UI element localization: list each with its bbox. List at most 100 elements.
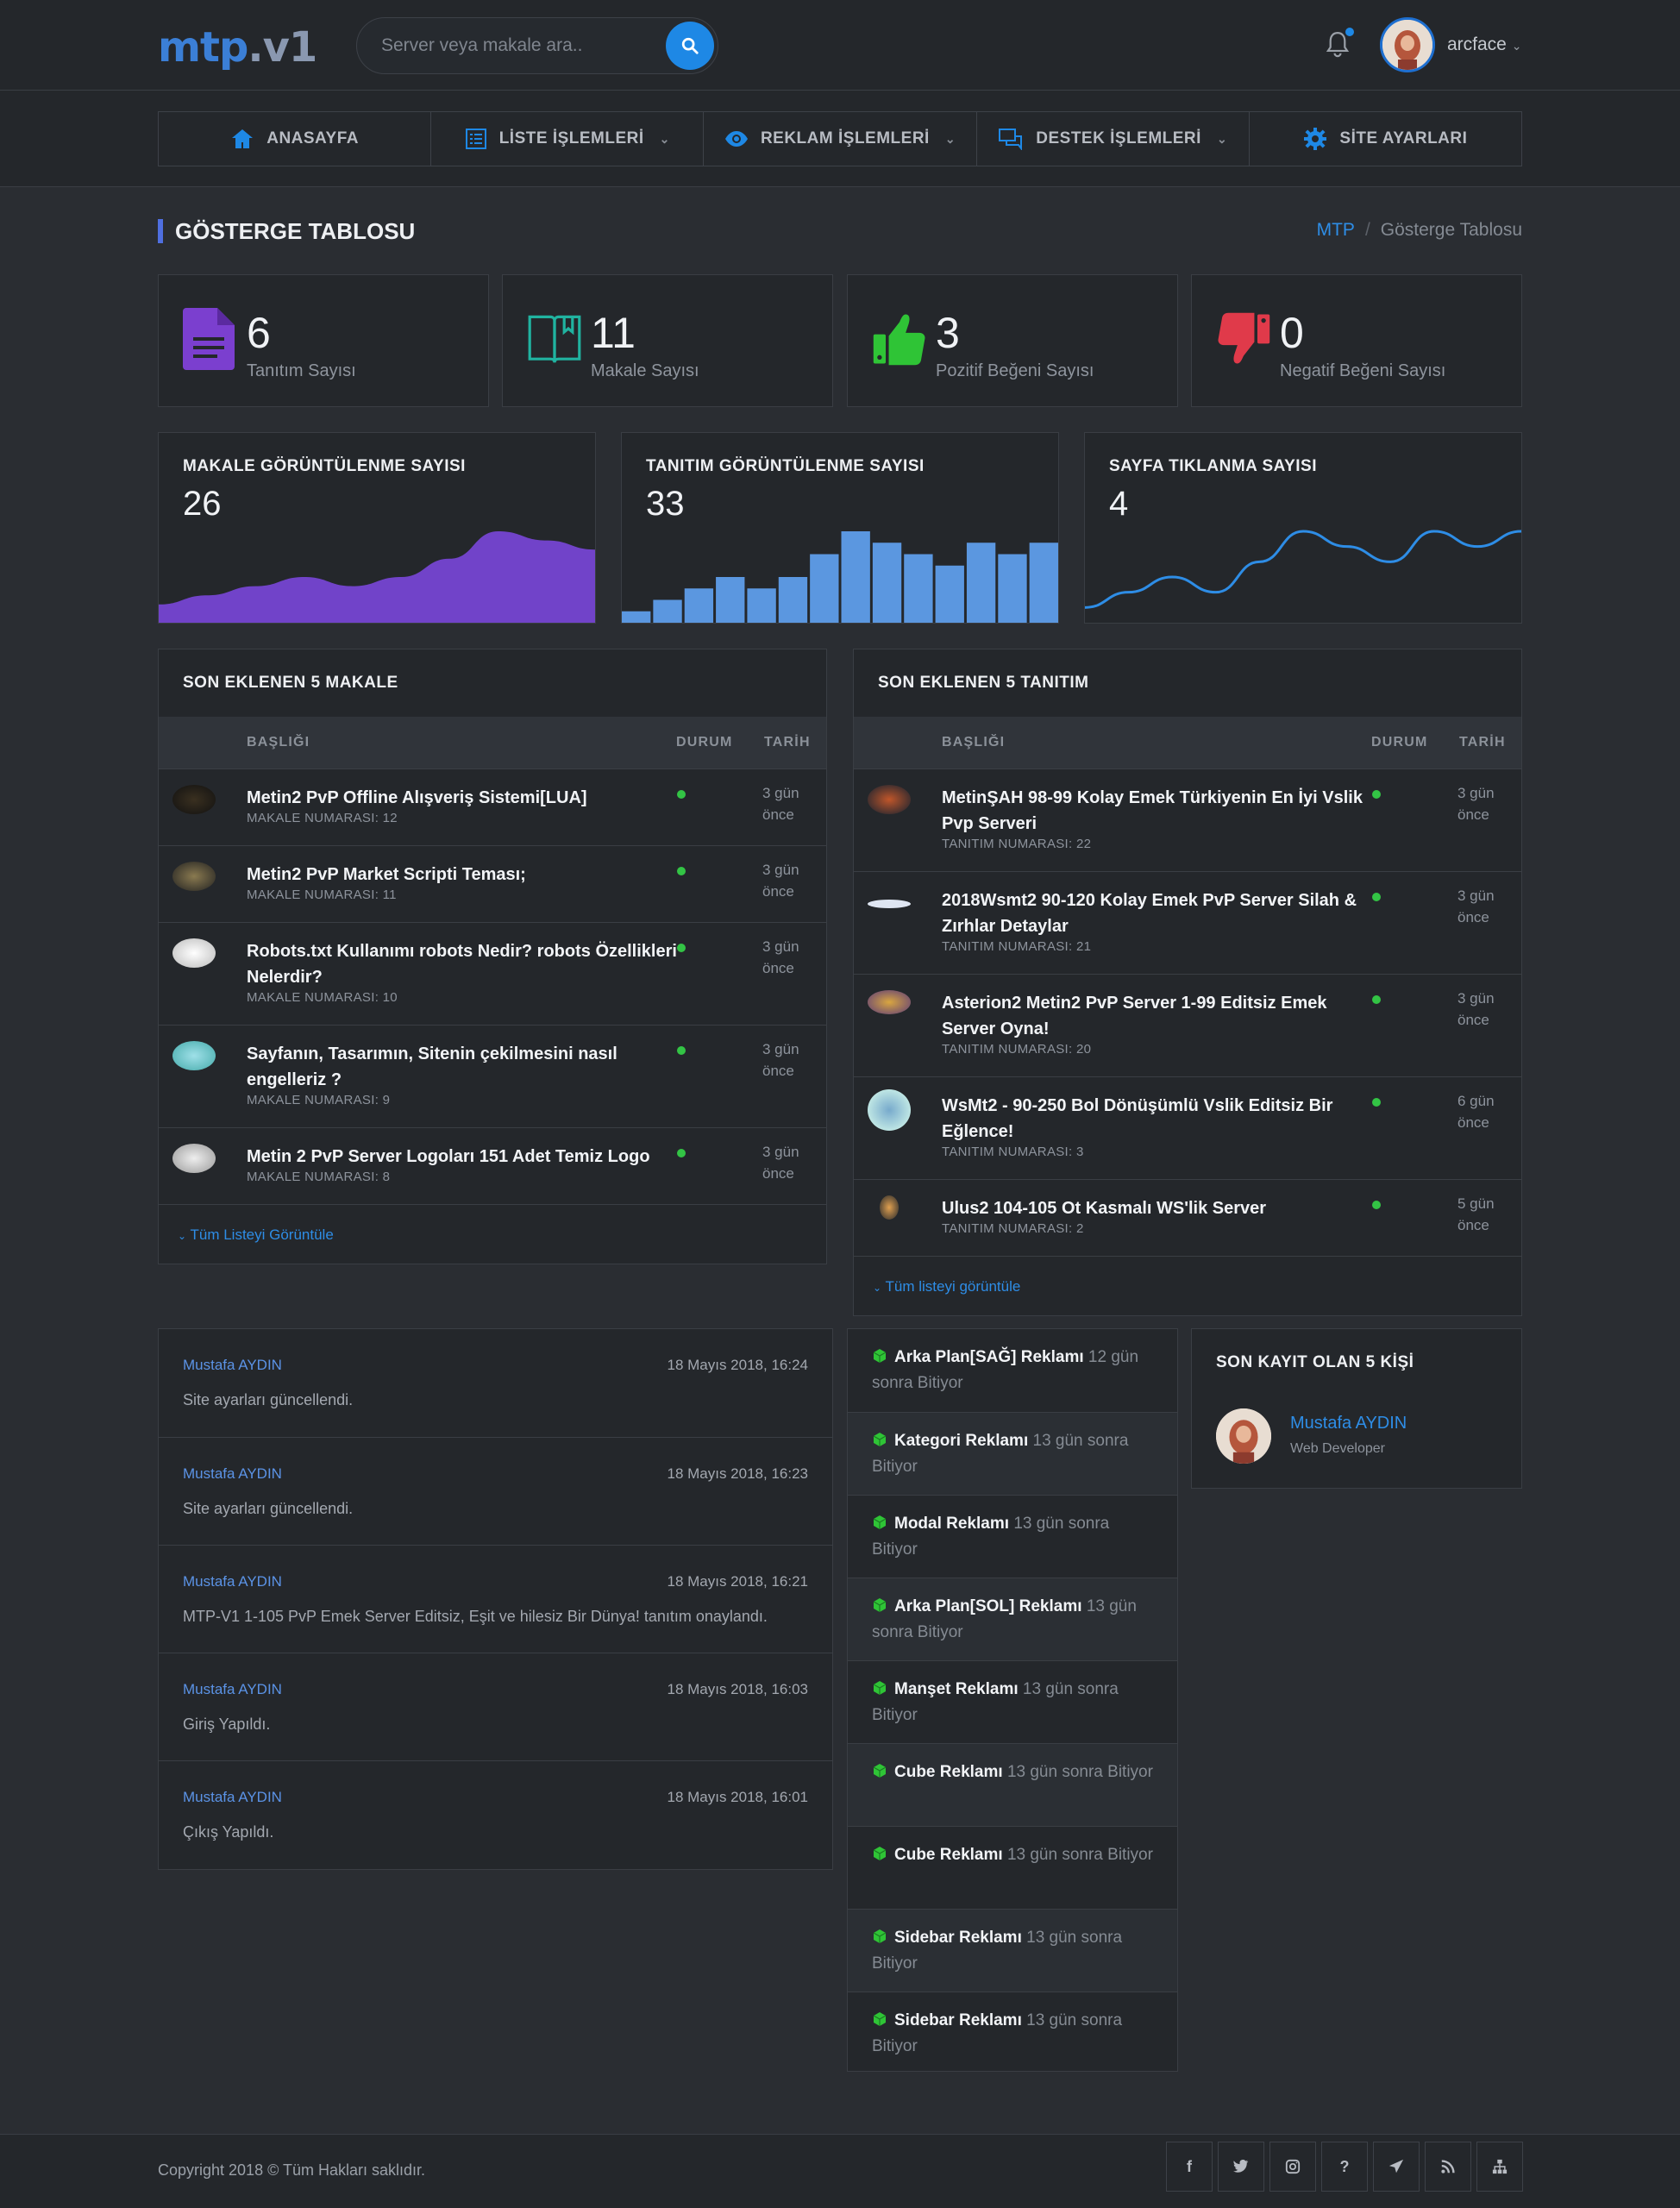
table-row[interactable]: MetinŞAH 98-99 Kolay Emek Türkiyenin En … xyxy=(854,768,1521,871)
cube-icon xyxy=(873,1349,887,1363)
ad-item[interactable]: Cube Reklamı 13 gün sonra Bitiyor xyxy=(848,1743,1177,1826)
chevron-down-icon: ⌄ xyxy=(944,131,956,146)
table-row[interactable]: Sayfanın, Tasarımın, Sitenin çekilmesini… xyxy=(159,1025,826,1127)
table-row[interactable]: WsMt2 - 90-250 Bol Dönüşümlü Vslik Edits… xyxy=(854,1076,1521,1179)
status-dot xyxy=(1372,995,1381,1004)
cube-icon xyxy=(873,1929,887,1943)
table-header: BAŞLIĞI DURUM TARİH xyxy=(159,717,826,768)
twitter-icon xyxy=(1233,2160,1249,2173)
chart-bar xyxy=(810,554,839,623)
activity-user-link[interactable]: Mustafa AYDIN xyxy=(183,1573,282,1590)
help-button[interactable]: ? xyxy=(1321,2142,1368,2192)
chart-bar xyxy=(935,565,964,623)
nav-support-operations[interactable]: DESTEK İŞLEMLERİ ⌄ xyxy=(977,112,1250,166)
sitemap-button[interactable] xyxy=(1476,2142,1523,2192)
chart-card-promotion-views: TANITIM GÖRÜNTÜLENME SAYISI 33 xyxy=(621,432,1059,624)
user-avatar[interactable] xyxy=(1380,17,1435,72)
instagram-button[interactable] xyxy=(1269,2142,1316,2192)
article-views-area-chart xyxy=(159,531,595,623)
promotion-thumbnail xyxy=(868,990,911,1014)
logo[interactable]: mtp.v1 xyxy=(158,23,317,72)
help-icon: ? xyxy=(1339,2157,1350,2175)
twitter-button[interactable] xyxy=(1218,2142,1264,2192)
promotion-views-bar-chart xyxy=(622,531,1058,623)
eye-icon xyxy=(724,131,748,147)
recent-members-panel: SON KAYIT OLAN 5 KİŞİ Mustafa AYDIN Web … xyxy=(1191,1328,1522,1489)
ad-item[interactable]: Manşet Reklamı 13 gün sonra Bitiyor xyxy=(848,1660,1177,1743)
facebook-icon: f xyxy=(1187,2157,1192,2175)
user-menu[interactable]: arcface ⌄ xyxy=(1447,34,1521,55)
nav-list-operations[interactable]: LİSTE İŞLEMLERİ ⌄ xyxy=(431,112,705,166)
promotion-thumbnail xyxy=(868,1089,911,1131)
rocket-button[interactable] xyxy=(1373,2142,1420,2192)
activity-item: Mustafa AYDIN 18 Mayıs 2018, 16:23 Site … xyxy=(159,1437,832,1545)
chart-bar xyxy=(716,577,745,623)
nav-site-settings[interactable]: SİTE AYARLARI xyxy=(1250,112,1521,166)
book-icon xyxy=(528,315,581,363)
activity-log-panel: Mustafa AYDIN 18 Mayıs 2018, 16:24 Site … xyxy=(158,1328,833,1870)
status-dot xyxy=(677,1046,686,1055)
status-dot xyxy=(677,1149,686,1157)
search-input[interactable] xyxy=(381,18,640,73)
status-dot xyxy=(1372,790,1381,799)
cube-icon xyxy=(873,2012,887,2026)
ad-item[interactable]: Sidebar Reklamı 13 gün sonra Bitiyor xyxy=(848,1992,1177,2071)
ad-item[interactable]: Modal Reklamı 13 gün sonra Bitiyor xyxy=(848,1495,1177,1578)
instagram-icon xyxy=(1285,2159,1301,2174)
ad-item[interactable]: Arka Plan[SOL] Reklamı 13 gün sonra Biti… xyxy=(848,1578,1177,1660)
stat-card-promotions: 6 Tanıtım Sayısı xyxy=(158,274,489,407)
cube-icon xyxy=(873,1681,887,1695)
ad-item[interactable]: Arka Plan[SAĞ] Reklamı 12 gün sonra Biti… xyxy=(848,1329,1177,1412)
ad-item[interactable]: Kategori Reklamı 13 gün sonra Bitiyor xyxy=(848,1412,1177,1495)
cube-icon xyxy=(873,1433,887,1446)
table-header: BAŞLIĞI DURUM TARİH xyxy=(854,717,1521,768)
ads-panel: Arka Plan[SAĞ] Reklamı 12 gün sonra Biti… xyxy=(847,1328,1178,2072)
view-all-articles-link[interactable]: ⌄ Tüm Listeyi Görüntüle xyxy=(159,1204,826,1264)
chart-bar xyxy=(778,577,808,623)
notification-dot xyxy=(1345,28,1354,36)
chevron-down-icon: ⌄ xyxy=(1511,39,1522,53)
table-row[interactable]: Ulus2 104-105 Ot Kasmalı WS'lik Server T… xyxy=(854,1179,1521,1256)
cube-icon xyxy=(873,1515,887,1529)
activity-user-link[interactable]: Mustafa AYDIN xyxy=(183,1681,282,1698)
chart-bar xyxy=(747,588,776,623)
chart-bar xyxy=(966,543,996,623)
gear-icon xyxy=(1304,128,1327,150)
promotion-thumbnail xyxy=(868,900,911,908)
chevron-down-icon: ⌄ xyxy=(1216,131,1228,146)
cube-icon xyxy=(873,1764,887,1778)
thumbs-down-icon xyxy=(1218,312,1270,364)
breadcrumb: MTP / Gösterge Tablosu xyxy=(1316,220,1522,240)
nav-home[interactable]: ANASAYFA xyxy=(159,112,432,166)
search-box xyxy=(356,17,718,74)
activity-user-link[interactable]: Mustafa AYDIN xyxy=(183,1357,282,1374)
breadcrumb-root-link[interactable]: MTP xyxy=(1317,220,1355,240)
facebook-button[interactable]: f xyxy=(1166,2142,1213,2192)
view-all-promotions-link[interactable]: ⌄ Tüm listeyi görüntüle xyxy=(854,1256,1521,1316)
article-thumbnail xyxy=(172,938,216,968)
chart-area xyxy=(159,531,595,623)
status-dot xyxy=(677,867,686,875)
rss-button[interactable] xyxy=(1425,2142,1471,2192)
table-row[interactable]: 2018Wsmt2 90-120 Kolay Emek PvP Server S… xyxy=(854,871,1521,974)
table-row[interactable]: Asterion2 Metin2 PvP Server 1-99 Editsiz… xyxy=(854,974,1521,1076)
article-thumbnail xyxy=(172,862,216,891)
ad-item[interactable]: Cube Reklamı 13 gün sonra Bitiyor xyxy=(848,1826,1177,1909)
search-button[interactable] xyxy=(666,22,714,70)
chart-bar xyxy=(904,554,933,623)
table-row[interactable]: Metin 2 PvP Server Logoları 151 Adet Tem… xyxy=(159,1127,826,1204)
activity-user-link[interactable]: Mustafa AYDIN xyxy=(183,1789,282,1806)
chevron-down-icon: ⌄ xyxy=(178,1230,187,1242)
main-nav: ANASAYFA LİSTE İŞLEMLERİ ⌄ REKLAM İŞLEMLE… xyxy=(158,111,1522,166)
copyright-text: Copyright 2018 © Tüm Hakları saklıdır. xyxy=(158,2161,426,2179)
table-row[interactable]: Metin2 PvP Offline Alışveriş Sistemi[LUA… xyxy=(159,768,826,845)
table-row[interactable]: Metin2 PvP Market Scripti Teması; MAKALE… xyxy=(159,845,826,922)
nav-ad-operations[interactable]: REKLAM İŞLEMLERİ ⌄ xyxy=(704,112,977,166)
activity-user-link[interactable]: Mustafa AYDIN xyxy=(183,1465,282,1483)
ad-item[interactable]: Sidebar Reklamı 13 gün sonra Bitiyor xyxy=(848,1909,1177,1992)
search-icon xyxy=(681,37,699,54)
table-row[interactable]: Robots.txt Kullanımı robots Nedir? robot… xyxy=(159,922,826,1025)
article-thumbnail xyxy=(172,1041,216,1070)
member-name-link[interactable]: Mustafa AYDIN xyxy=(1290,1414,1407,1433)
list-icon xyxy=(465,129,486,149)
